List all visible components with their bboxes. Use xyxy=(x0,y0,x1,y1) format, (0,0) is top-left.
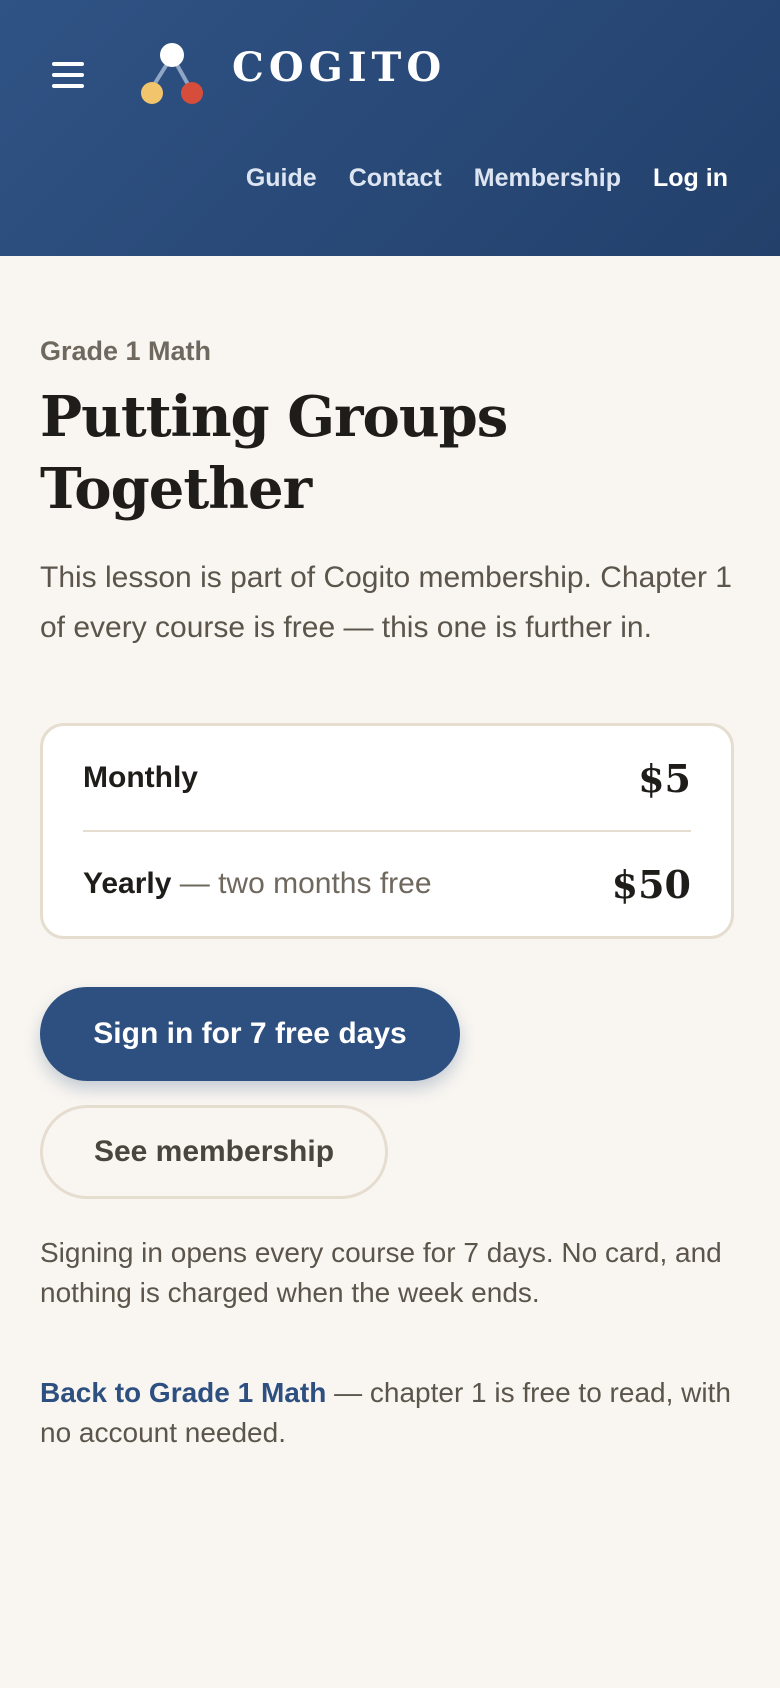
nav-login-link[interactable]: Log in xyxy=(653,164,728,193)
plan-note-yearly: — two months free xyxy=(171,867,432,900)
menu-bar xyxy=(52,73,84,77)
plan-price-monthly: $5 xyxy=(638,755,691,801)
see-membership-button[interactable]: See membership xyxy=(40,1105,388,1199)
plan-price-yearly: $50 xyxy=(611,861,691,907)
nav-membership-link[interactable]: Membership xyxy=(474,164,621,193)
hamburger-menu-icon[interactable] xyxy=(52,62,84,88)
back-to-course-link[interactable]: Back to Grade 1 Math xyxy=(40,1377,326,1408)
logo-dot-left xyxy=(141,82,163,104)
site-header: COGITO Guide Contact Membership Log in xyxy=(0,0,780,256)
plan-label-yearly: Yearly — two months free xyxy=(83,867,432,901)
logo-dot-top xyxy=(160,43,184,67)
menu-bar xyxy=(52,62,84,66)
nav-contact-link[interactable]: Contact xyxy=(349,164,442,193)
pricing-row-monthly: Monthly $5 xyxy=(83,726,691,830)
logo-dot-right xyxy=(181,82,203,104)
free-trial-sign-in-button[interactable]: Sign in for 7 free days xyxy=(40,987,460,1081)
lesson-description: This lesson is part of Cogito membership… xyxy=(40,561,732,644)
back-to-course: Back to Grade 1 Math — chapter 1 is free… xyxy=(40,1373,740,1453)
plan-name-monthly: Monthly xyxy=(83,761,198,794)
plan-name-yearly: Yearly xyxy=(83,867,172,900)
lesson-paywall: Grade 1 Math Putting Groups Together Thi… xyxy=(0,256,780,1453)
pricing-row-yearly: Yearly — two months free $50 xyxy=(83,830,691,936)
menu-bar xyxy=(52,84,84,88)
pricing-card: Monthly $5 Yearly — two months free $50 xyxy=(40,723,734,939)
trial-note: Signing in opens every course for 7 days… xyxy=(40,1237,722,1308)
course-breadcrumb: Grade 1 Math xyxy=(40,336,212,366)
nav-guide-link[interactable]: Guide xyxy=(246,164,317,193)
main-nav: Guide Contact Membership Log in xyxy=(246,164,728,193)
brand-wordmark[interactable]: COGITO xyxy=(232,48,446,88)
lesson-title: Putting Groups Together xyxy=(40,384,508,522)
cogito-logo-icon[interactable] xyxy=(138,42,206,108)
